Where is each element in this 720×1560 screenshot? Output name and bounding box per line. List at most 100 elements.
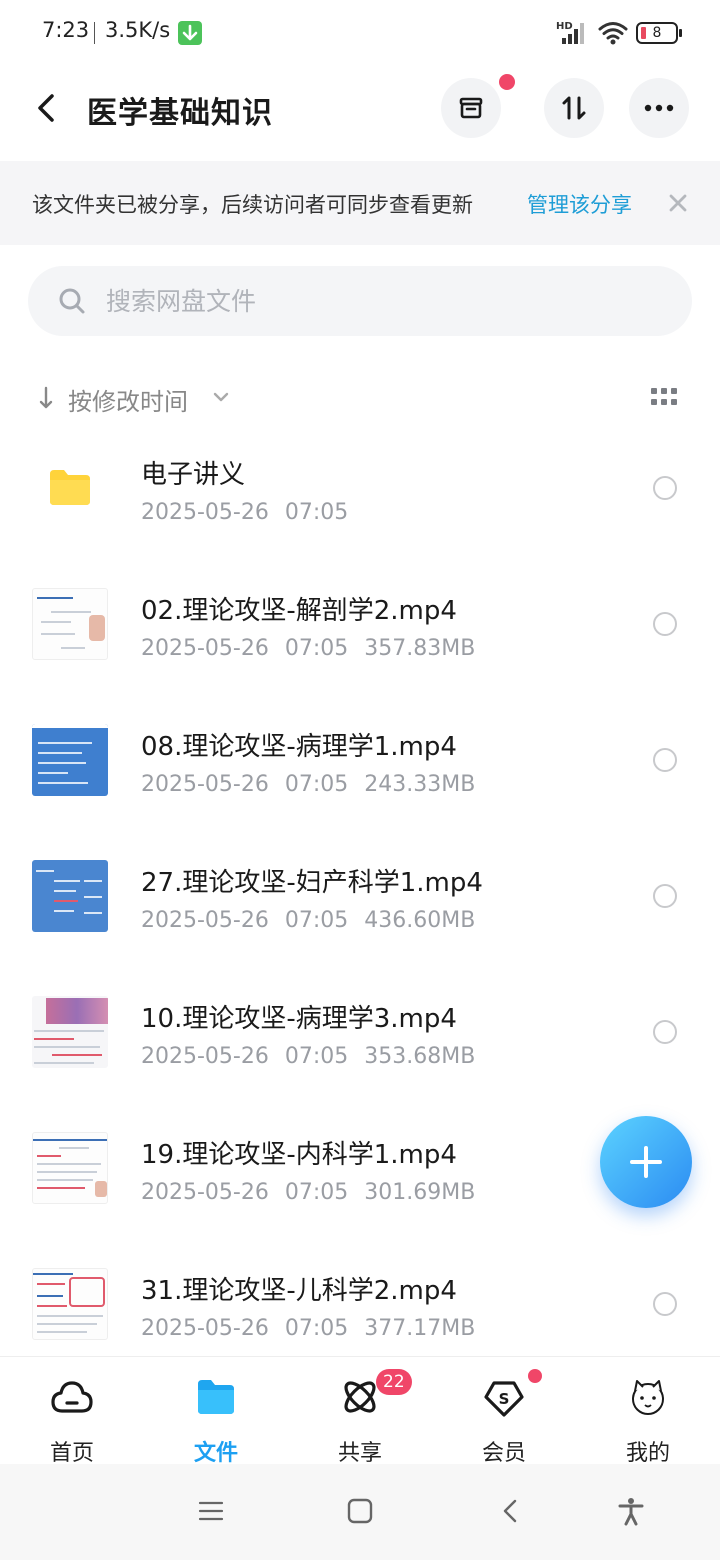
file-name: 27.理论攻坚-妇产科学1.mp4: [141, 868, 483, 898]
file-time: 07:05: [284, 500, 349, 525]
manage-share-link[interactable]: 管理该分享: [527, 189, 632, 219]
file-size: 301.69MB: [364, 1180, 476, 1205]
screen: 7:23 3.5K/s HD 8 医学基础知识 该文件夹已被分享，后续访问者可同…: [0, 0, 720, 1560]
file-list: 电子讲义 2025-05-26 07:05 02.理论攻坚-解剖学2.mp4 20…: [0, 420, 720, 1372]
system-nav-bar: [0, 1464, 720, 1560]
select-checkbox[interactable]: [653, 1292, 677, 1316]
file-date: 2025-05-26: [141, 772, 269, 797]
file-date: 2025-05-26: [141, 1180, 269, 1205]
more-dots-icon: [644, 104, 674, 112]
file-meta: 2025-05-26 07:05 301.69MB: [141, 1180, 491, 1205]
svg-text:S: S: [499, 1390, 510, 1408]
file-date: 2025-05-26: [141, 636, 269, 661]
select-checkbox[interactable]: [653, 612, 677, 636]
add-button[interactable]: [600, 1116, 692, 1208]
file-date: 2025-05-26: [141, 500, 269, 525]
file-meta: 2025-05-26 07:05 243.33MB: [141, 772, 491, 797]
file-meta: 2025-05-26 07:05 377.17MB: [141, 1316, 491, 1341]
archive-icon: [459, 97, 483, 119]
share-banner: 该文件夹已被分享，后续访问者可同步查看更新 管理该分享: [0, 161, 720, 245]
chevron-down-icon[interactable]: [212, 391, 230, 403]
file-row[interactable]: 27.理论攻坚-妇产科学1.mp4 2025-05-26 07:05 436.60M…: [0, 828, 720, 964]
bottom-nav: 首页 文件 共享 22 S 会员 我的: [0, 1356, 720, 1466]
notification-dot: [499, 74, 515, 90]
video-thumbnail: [32, 860, 108, 932]
share-count-badge: 22: [376, 1369, 412, 1395]
file-size: 357.83MB: [364, 636, 476, 661]
close-banner-button[interactable]: [664, 189, 692, 217]
file-name: 08.理论攻坚-病理学1.mp4: [141, 732, 457, 762]
menu-icon[interactable]: [196, 1496, 226, 1526]
plus-icon: [630, 1146, 662, 1178]
video-thumbnail: [32, 1132, 108, 1204]
signal-icon: HD: [556, 20, 588, 50]
select-checkbox[interactable]: [653, 476, 677, 500]
nav-vip-label: 会员: [481, 1441, 526, 1466]
back-triangle-icon[interactable]: [496, 1496, 526, 1526]
nav-vip[interactable]: S 会员: [432, 1357, 576, 1466]
file-time: 07:05: [284, 908, 349, 933]
video-thumbnail: [32, 724, 108, 796]
vip-diamond-icon: S: [484, 1381, 524, 1417]
search-bar[interactable]: [28, 266, 692, 336]
archive-button[interactable]: [441, 74, 515, 138]
download-icon: [178, 21, 202, 45]
avatar-icon: [632, 1380, 664, 1415]
cloud-home-icon: [51, 1381, 93, 1413]
header: 医学基础知识: [0, 66, 720, 160]
grid-view-icon[interactable]: [651, 388, 677, 408]
status-time: 7:23: [42, 18, 90, 42]
page-title: 医学基础知识: [87, 96, 273, 131]
nav-share-label: 共享: [337, 1441, 382, 1466]
file-time: 07:05: [284, 1044, 349, 1069]
back-button[interactable]: [30, 88, 64, 128]
folder-nav-icon: [198, 1380, 234, 1414]
file-row[interactable]: 08.理论攻坚-病理学1.mp4 2025-05-26 07:05 243.33MB: [0, 692, 720, 828]
file-size: 377.17MB: [364, 1316, 476, 1341]
status-separator: [94, 22, 95, 44]
sort-label[interactable]: 按修改时间: [68, 382, 188, 417]
file-meta: 2025-05-26 07:05: [141, 500, 364, 525]
file-name: 电子讲义: [141, 460, 246, 490]
file-time: 07:05: [284, 772, 349, 797]
file-size: 353.68MB: [364, 1044, 476, 1069]
vip-notification-dot: [528, 1369, 542, 1383]
more-button[interactable]: [629, 78, 689, 138]
select-checkbox[interactable]: [653, 748, 677, 772]
close-icon: [669, 194, 687, 212]
nav-mine[interactable]: 我的: [576, 1357, 720, 1466]
sort-down-arrow-icon: [39, 386, 53, 409]
file-name: 31.理论攻坚-儿科学2.mp4: [141, 1276, 457, 1306]
video-thumbnail: [32, 996, 108, 1068]
back-arrow-icon: [38, 94, 54, 122]
svg-text:HD: HD: [556, 21, 573, 32]
wifi-icon: [598, 20, 628, 50]
sort-transfer-button[interactable]: [544, 78, 604, 138]
select-checkbox[interactable]: [653, 1020, 677, 1044]
battery-icon: 8: [636, 22, 682, 44]
file-row[interactable]: 10.理论攻坚-病理学3.mp4 2025-05-26 07:05 353.68MB: [0, 964, 720, 1100]
file-time: 07:05: [284, 636, 349, 661]
home-square-icon[interactable]: [345, 1496, 375, 1526]
file-row[interactable]: 31.理论攻坚-儿科学2.mp4 2025-05-26 07:05 377.17MB: [0, 1236, 720, 1372]
sort-row: 按修改时间: [0, 370, 720, 426]
nav-share[interactable]: 共享: [288, 1357, 432, 1466]
nav-files-label: 文件: [193, 1441, 238, 1466]
file-row[interactable]: 电子讲义 2025-05-26 07:05: [0, 420, 720, 556]
accessibility-icon[interactable]: [616, 1496, 646, 1526]
nav-home[interactable]: 首页: [0, 1357, 144, 1466]
file-row[interactable]: 02.理论攻坚-解剖学2.mp4 2025-05-26 07:05 357.83MB: [0, 556, 720, 692]
share-banner-text: 该文件夹已被分享，后续访问者可同步查看更新: [32, 193, 473, 217]
file-date: 2025-05-26: [141, 1316, 269, 1341]
status-bar: 7:23 3.5K/s HD 8: [0, 0, 720, 66]
nav-files[interactable]: 文件: [144, 1357, 288, 1466]
search-input[interactable]: [106, 280, 666, 322]
file-meta: 2025-05-26 07:05 357.83MB: [141, 636, 491, 661]
select-checkbox[interactable]: [653, 884, 677, 908]
search-icon: [59, 288, 85, 314]
file-name: 10.理论攻坚-病理学3.mp4: [141, 1004, 457, 1034]
file-date: 2025-05-26: [141, 908, 269, 933]
file-meta: 2025-05-26 07:05 436.60MB: [141, 908, 491, 933]
video-thumbnail: [32, 1268, 108, 1340]
file-name: 19.理论攻坚-内科学1.mp4: [141, 1140, 457, 1170]
